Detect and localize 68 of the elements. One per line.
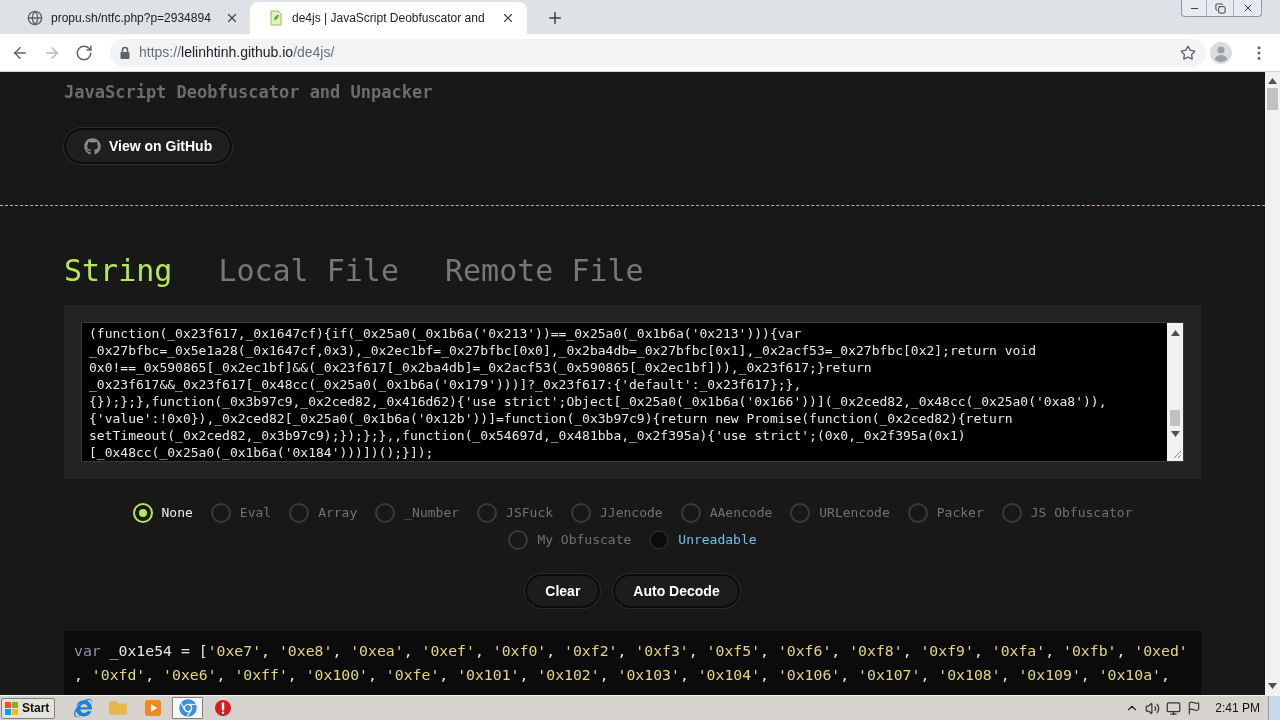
scroll-up-icon[interactable] xyxy=(1268,78,1277,84)
radio-button[interactable] xyxy=(571,502,592,523)
radio-button[interactable] xyxy=(649,529,670,550)
radio-button[interactable] xyxy=(1001,502,1022,523)
radio-label[interactable]: _Number xyxy=(404,502,460,523)
radio-button[interactable] xyxy=(907,502,928,523)
radio-button[interactable] xyxy=(680,502,701,523)
radio-label[interactable]: Eval xyxy=(239,502,272,523)
folder-icon xyxy=(108,699,127,717)
page-scrollbar[interactable] xyxy=(1265,72,1280,695)
browser-tab[interactable]: de4js | JavaScript Deobfuscator and xyxy=(250,2,527,34)
taskbar-app-button[interactable] xyxy=(172,697,203,719)
reload-icon xyxy=(75,43,93,62)
windows-flag-icon xyxy=(5,701,19,715)
mode-tab[interactable]: String xyxy=(64,253,173,289)
mode-tab[interactable]: Remote File xyxy=(445,253,644,289)
radio-button[interactable] xyxy=(210,502,231,523)
scrollbar-thumb[interactable] xyxy=(1170,410,1180,426)
scroll-up-icon[interactable] xyxy=(1170,330,1180,336)
flag-icon[interactable] xyxy=(1187,701,1202,715)
radio-label[interactable]: Unreadable xyxy=(678,529,757,550)
speaker-icon[interactable] xyxy=(1145,700,1161,716)
monitor-icon[interactable] xyxy=(1166,700,1182,716)
radio-button[interactable] xyxy=(375,502,396,523)
clock-text[interactable]: 2:41 PM xyxy=(1215,699,1260,717)
show-desktop-button[interactable] xyxy=(1268,696,1280,720)
scroll-down-icon[interactable] xyxy=(1170,431,1180,437)
resize-grip-icon[interactable] xyxy=(1172,449,1182,459)
document-icon xyxy=(268,10,284,26)
tab-title[interactable]: propu.sh/ntfc.php?p=2934894 xyxy=(51,9,211,27)
github-icon xyxy=(84,137,101,155)
page-subtitle: JavaScript Deobfuscator and Unpacker xyxy=(64,81,433,104)
scrollbar[interactable] xyxy=(1167,323,1183,461)
code-line: , '0xfd', '0xe6', '0xff', '0x100', '0xfe', '0x101', '0x102', '0x103', '0x104', '0x106', '0x107', '0x108', '0x109', '0x10a', xyxy=(74,665,1170,685)
browser-logo-icon xyxy=(178,699,197,717)
radio-label[interactable]: Packer xyxy=(936,502,984,523)
radio-label[interactable]: JS Obfuscator xyxy=(1030,502,1133,523)
radio-button[interactable] xyxy=(790,502,811,523)
url-text[interactable]: https://lelinhtinh.github.io/de4js/ xyxy=(139,42,1178,63)
e-logo-icon xyxy=(73,699,92,717)
radio-button[interactable] xyxy=(508,529,529,550)
view-on-github-button[interactable]: View on GitHub xyxy=(64,128,233,164)
radio-button[interactable] xyxy=(477,502,498,523)
restore-icon xyxy=(1214,2,1226,14)
globe-icon xyxy=(27,10,43,26)
radio-label[interactable]: Array xyxy=(318,502,358,523)
action-button[interactable]: Auto Decode xyxy=(613,574,740,608)
radio-label[interactable]: My Obfuscate xyxy=(537,529,632,550)
tab-title[interactable]: de4js | JavaScript Deobfuscator and xyxy=(292,9,485,27)
star-icon xyxy=(1180,44,1196,61)
radio-label[interactable]: JJencode xyxy=(600,502,663,523)
start-button[interactable]: Start xyxy=(1,697,55,719)
code-line: var _0x1e54 = ['0xe7', '0xe8', '0xea', '0xef', '0xf0', '0xf2', '0xf3', '0xf5', '0xf6', '0xf8', '0xf9', '0xfa', '0xfb', '0xed' xyxy=(74,641,1188,662)
lock-icon xyxy=(120,46,130,59)
profile-avatar-icon[interactable] xyxy=(1210,41,1232,64)
address-bar[interactable]: https://lelinhtinh.github.io/de4js/ xyxy=(110,38,1206,67)
code-input-field[interactable]: (function(_0x23f617,_0x1647cf){if(_0x25a0(_0x1b6a('0x213'))==_0x25a0(_0x1b6a('0x213'))){var _0x27bfbc=_0x5e1a28(_0x1647cf,0x3),_0x2ec1bf=_0x27bfbc[0x0],_0x2ba4db=_0x27bfbc[0x1],_0x2acf53=_0x27bfbc[0x2];return void 0x0!==_0x590865[_0x2ec1bf]&&(_0x23f617[_0x2ba4db]=_0x2acf53(_0x590865[_0x2ec1bf])),_0x23f617;}return _0x23f617&&_0x23f617[_0x48cc(_0x25a0(_0x1b6a('0x179')))]?_0x23f617:{'default':_0x23f617};}, {});};},function(_0x3b97c9,_0x2ced82,_0x416d62){'use strict';Object[_0x25a0(_0x1b6a('0x166'))](_0x2ced82,_0x48cc(_0x25a0('0xa8')), {'value':!0x0}),_0x2ced82[_0x25a0(_0x1b6a('0x12b'))]=function(_0x3b97c9){return new Promise(function(_0x2ced82){return setTimeout(_0x2ced82,_0x3b97c9);});};},,function(_0x54697d,_0x481bba,_0x2f395a){'use strict';(0x0,_0x2f395a(0x1) [_0x48cc(_0x25a0(_0x1b6a('0x184')))])();}]); xyxy=(81,322,1184,462)
alert-circle-icon xyxy=(213,699,232,717)
scrollbar-thumb[interactable] xyxy=(1267,88,1278,110)
radio-label[interactable]: URLencode xyxy=(819,502,890,523)
radio-button[interactable] xyxy=(289,502,310,523)
play-tile-icon xyxy=(143,699,162,717)
radio-label[interactable]: AAencode xyxy=(709,502,773,523)
scroll-down-icon[interactable] xyxy=(1268,683,1277,689)
radio-label[interactable]: JSFuck xyxy=(506,502,554,523)
action-button[interactable]: Clear xyxy=(525,574,601,608)
radio-label[interactable]: None xyxy=(161,502,193,523)
mode-tab[interactable]: Local File xyxy=(218,253,399,289)
